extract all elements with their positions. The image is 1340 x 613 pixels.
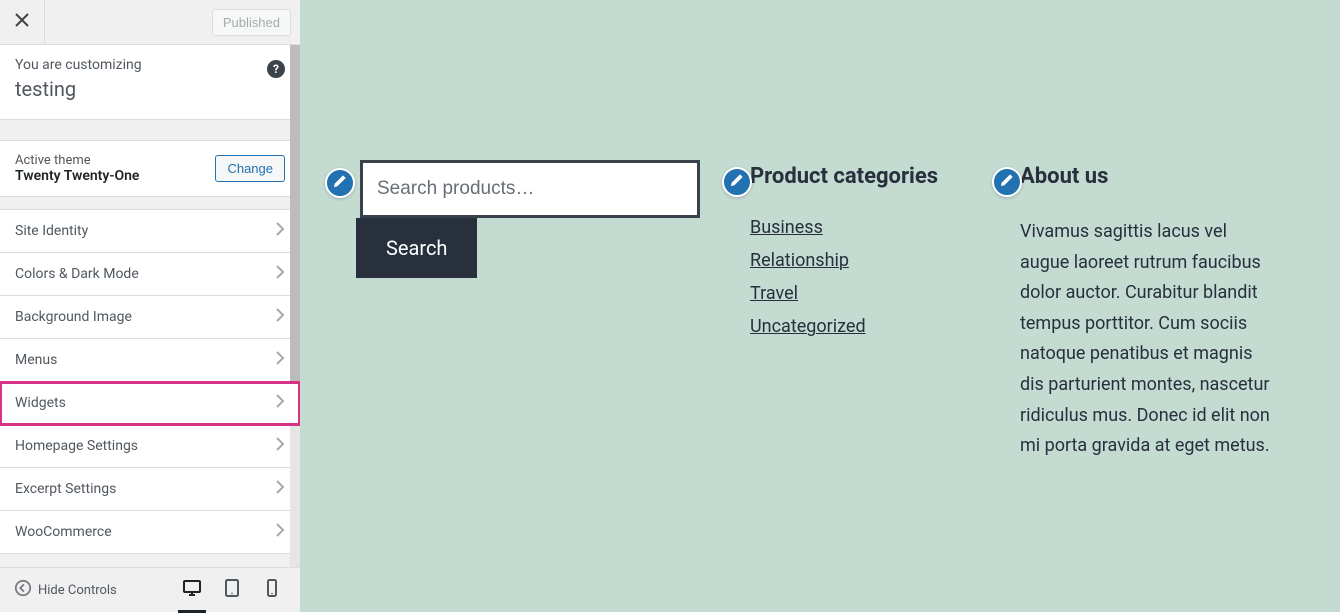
tablet-icon (222, 578, 242, 602)
pencil-icon (1000, 173, 1014, 191)
sidebar-scrollbar[interactable] (290, 45, 300, 567)
pencil-icon (333, 174, 347, 192)
menu-item-label: Background Image (15, 309, 132, 325)
category-link[interactable]: Business (750, 217, 823, 238)
search-button[interactable]: Search (356, 218, 477, 278)
menu-item-label: Widgets (15, 395, 66, 411)
category-link[interactable]: Relationship (750, 250, 849, 271)
menu-item-homepage-settings[interactable]: Homepage Settings (0, 425, 300, 468)
close-button[interactable] (0, 0, 45, 45)
menu-item-menus[interactable]: Menus (0, 339, 300, 382)
menu-item-label: Homepage Settings (15, 438, 138, 454)
sidebar-scroll: Published ? You are customizing testing … (0, 0, 300, 567)
theme-name: Twenty Twenty-One (15, 168, 139, 184)
menu-item-woocommerce[interactable]: WooCommerce (0, 511, 300, 554)
spacer (0, 120, 300, 140)
about-widget: About us Vivamus sagittis lacus vel augu… (1020, 160, 1280, 462)
theme-info: Active theme Twenty Twenty-One (15, 153, 139, 184)
change-theme-button[interactable]: Change (215, 155, 285, 182)
menu-item-background-image[interactable]: Background Image (0, 296, 300, 339)
preview-pane: Search Product categories Business Relati… (300, 0, 1340, 612)
categories-title: Product categories (750, 164, 970, 189)
customizing-label: You are customizing (15, 57, 285, 73)
customizer-sidebar: Published ? You are customizing testing … (0, 0, 300, 612)
theme-row: Active theme Twenty Twenty-One Change (0, 140, 300, 197)
help-icon[interactable]: ? (267, 60, 285, 78)
intro-section: ? You are customizing testing (0, 45, 300, 120)
menu-item-label: Excerpt Settings (15, 481, 116, 497)
categories-widget: Product categories Business Relationship T… (750, 160, 970, 462)
chevron-right-icon (272, 479, 288, 499)
hide-controls-label: Hide Controls (38, 583, 117, 598)
sidebar-footer: Hide Controls (0, 567, 300, 612)
menu-item-colors-dark-mode[interactable]: Colors & Dark Mode (0, 253, 300, 296)
scrollbar-thumb[interactable] (290, 45, 300, 405)
menu-item-label: Colors & Dark Mode (15, 266, 139, 282)
chevron-right-icon (272, 436, 288, 456)
menu-item-excerpt-settings[interactable]: Excerpt Settings (0, 468, 300, 511)
about-text: Vivamus sagittis lacus vel augue laoreet… (1020, 217, 1280, 462)
menu-item-label: Site Identity (15, 223, 88, 239)
edit-widget-button[interactable] (722, 167, 752, 197)
menu-item-widgets[interactable]: Widgets (0, 382, 300, 425)
category-link[interactable]: Travel (750, 283, 798, 304)
list-item: Business (750, 217, 970, 238)
spacer (0, 197, 300, 209)
search-input[interactable] (363, 163, 697, 215)
device-tablet-button[interactable] (212, 568, 252, 613)
edit-widget-button[interactable] (992, 167, 1022, 197)
site-name: testing (15, 77, 285, 101)
chevron-right-icon (272, 221, 288, 241)
device-desktop-button[interactable] (172, 568, 212, 613)
widgets-row: Search Product categories Business Relati… (300, 160, 1340, 462)
chevron-right-icon (272, 522, 288, 542)
list-item: Travel (750, 283, 970, 304)
chevron-right-icon (272, 393, 288, 413)
menu-item-label: Menus (15, 352, 57, 368)
categories-list: Business Relationship Travel Uncategorized (750, 217, 970, 337)
sidebar-topbar: Published (0, 0, 300, 45)
close-icon (15, 13, 29, 31)
collapse-icon (14, 579, 32, 601)
chevron-right-icon (272, 307, 288, 327)
search-box (360, 160, 700, 218)
category-link[interactable]: Uncategorized (750, 316, 866, 337)
list-item: Uncategorized (750, 316, 970, 337)
chevron-right-icon (272, 350, 288, 370)
active-theme-label: Active theme (15, 153, 139, 168)
device-mobile-button[interactable] (252, 568, 292, 613)
menu-item-site-identity[interactable]: Site Identity (0, 209, 300, 253)
edit-widget-button[interactable] (325, 168, 355, 198)
hide-controls-button[interactable]: Hide Controls (8, 579, 123, 601)
customizer-menu: Site Identity Colors & Dark Mode Backgroun… (0, 209, 300, 554)
desktop-icon (182, 578, 202, 602)
chevron-right-icon (272, 264, 288, 284)
list-item: Relationship (750, 250, 970, 271)
menu-item-label: WooCommerce (15, 524, 112, 540)
published-button[interactable]: Published (212, 9, 291, 36)
about-title: About us (1020, 164, 1280, 189)
search-widget: Search (360, 160, 700, 462)
pencil-icon (730, 173, 744, 191)
mobile-icon (262, 578, 282, 602)
